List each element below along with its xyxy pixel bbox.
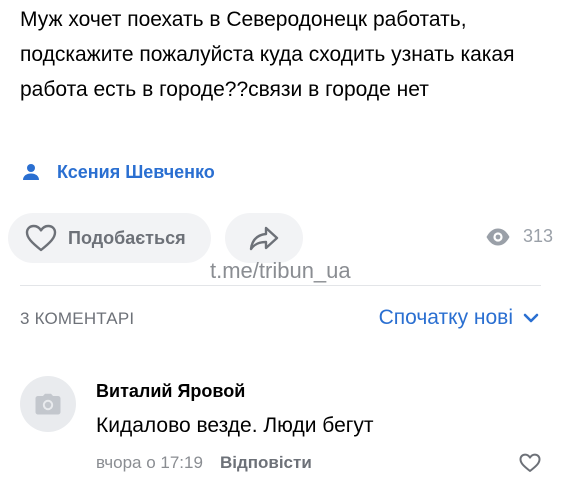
post-author-name[interactable]: Ксения Шевченко (57, 162, 215, 183)
share-button[interactable] (225, 213, 303, 263)
post-author[interactable]: Ксения Шевченко (22, 158, 215, 186)
eye-icon (485, 227, 511, 247)
comment-author[interactable]: Виталий Яровой (96, 381, 245, 402)
chevron-down-icon (523, 312, 539, 324)
comment-like-icon[interactable] (519, 453, 541, 473)
avatar[interactable] (20, 376, 76, 432)
watermark: t.me/tribun_ua (210, 258, 351, 283)
post-text: Муж хочет поехать в Северодонецк работат… (20, 8, 521, 101)
comment-meta: вчора о 17:19 Відповісти (96, 453, 312, 473)
comment-text: Кидалово везде. Люди бегут (96, 414, 374, 437)
camera-icon (35, 393, 61, 415)
sort-dropdown[interactable]: Спочатку нові (379, 306, 539, 330)
person-icon (22, 163, 40, 181)
comments-count: 3 КОМЕНТАРІ (20, 309, 135, 328)
like-button[interactable]: Подобається (8, 213, 211, 263)
like-label: Подобається (68, 227, 186, 248)
share-icon (248, 224, 280, 252)
heart-icon (24, 223, 58, 253)
views-counter: 313 (485, 226, 553, 247)
reply-button[interactable]: Відповісти (220, 453, 312, 473)
divider (20, 285, 541, 286)
post-page: Муж хочет поехать в Северодонецк работат… (0, 0, 561, 483)
views-count: 313 (522, 226, 553, 246)
comment-time: вчора о 17:19 (96, 453, 203, 472)
sort-label: Спочатку нові (378, 306, 513, 329)
